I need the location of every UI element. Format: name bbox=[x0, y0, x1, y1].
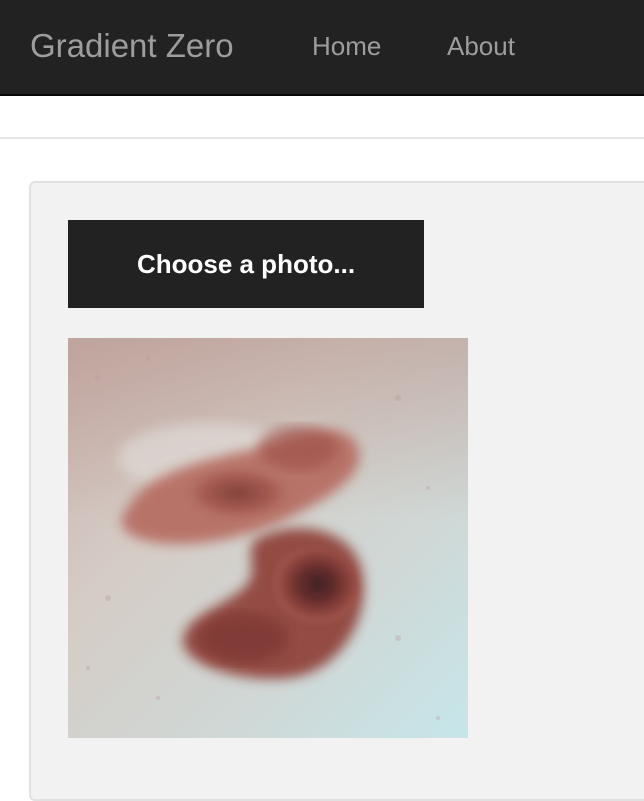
uploaded-photo-preview bbox=[68, 338, 468, 738]
top-navbar: Gradient Zero Home About bbox=[0, 0, 644, 96]
skin-lesion-image bbox=[68, 338, 468, 738]
choose-photo-button[interactable]: Choose a photo... bbox=[68, 220, 424, 308]
nav-link-home[interactable]: Home bbox=[312, 30, 381, 62]
nav-link-about[interactable]: About bbox=[447, 30, 515, 62]
brand-logo-link[interactable]: Gradient Zero bbox=[30, 26, 234, 66]
section-divider bbox=[0, 137, 644, 139]
